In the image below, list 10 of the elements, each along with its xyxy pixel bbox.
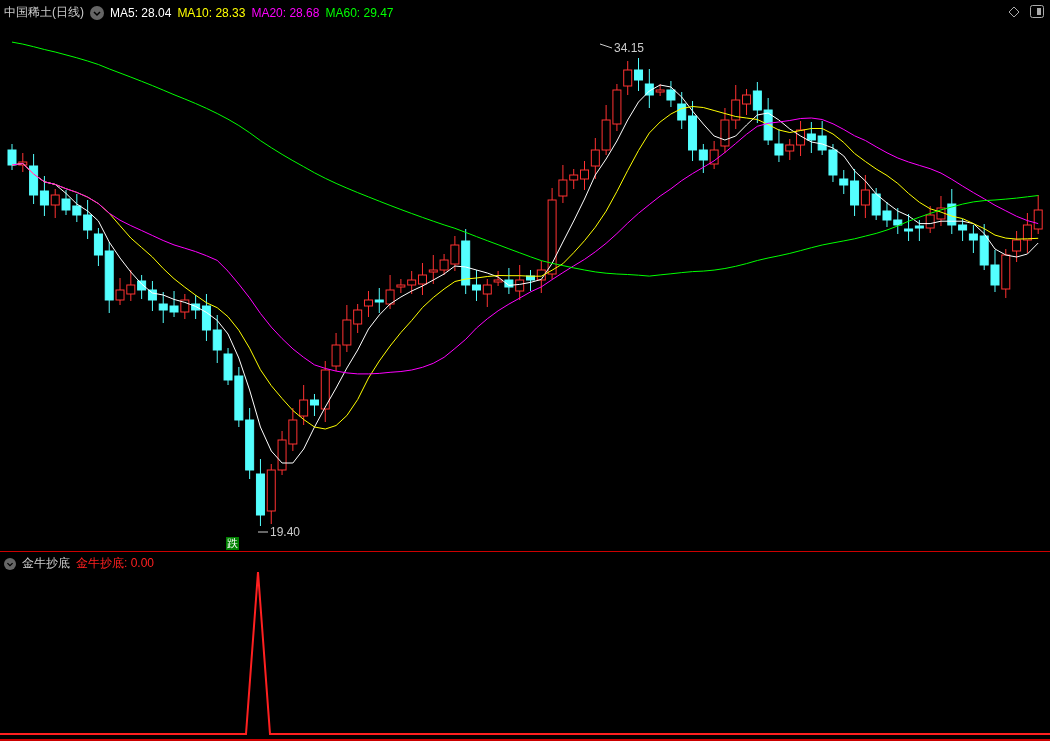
chart-title: 中国稀土(日线) xyxy=(4,4,84,21)
low-price-label: 19.40 xyxy=(270,525,301,539)
moving-average-value: MA60: 29.47 xyxy=(325,5,394,20)
high-price-label: 34.15 xyxy=(614,41,645,55)
moving-average-value: MA10: 28.33 xyxy=(177,5,246,20)
moving-average-value: MA20: 28.68 xyxy=(251,5,320,20)
moving-average-value: MA5: 28.04 xyxy=(110,5,172,20)
indicator-value: 金牛抄底: 0.00 xyxy=(76,555,155,572)
indicator-title: 金牛抄底 xyxy=(22,555,70,572)
signal-badge: 跌 xyxy=(226,537,239,550)
